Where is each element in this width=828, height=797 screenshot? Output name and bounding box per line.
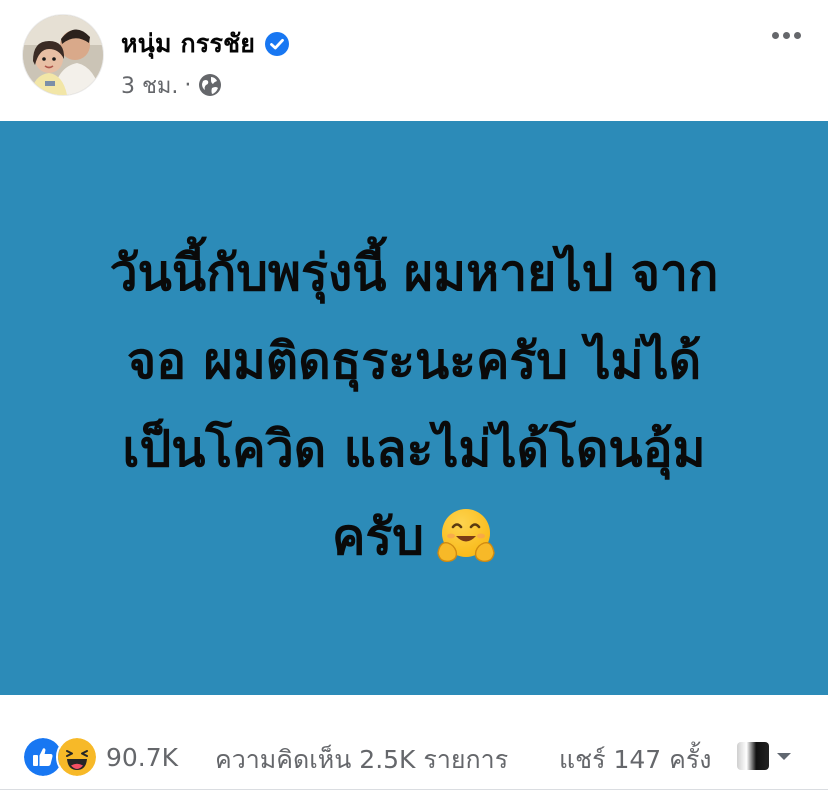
- reaction-count: 90.7K: [106, 742, 179, 772]
- more-dot-icon: [782, 31, 790, 39]
- more-dot-icon: [793, 31, 801, 39]
- post-card: หนุ่ม กรรชัย 3 ชม. · วันนี้กับพรุ่งนี้ ผ…: [0, 0, 828, 797]
- author-avatar[interactable]: [23, 15, 103, 95]
- status-line-text: ครับ: [331, 508, 425, 566]
- post-header: หนุ่ม กรรชัย 3 ชม. ·: [0, 0, 828, 120]
- status-line: จอ ผมติดธุระนะครับ ไม่ได้: [126, 332, 702, 390]
- verified-badge-icon: [265, 32, 290, 56]
- shares-count-link[interactable]: แชร์ 147 ครั้ง: [559, 740, 711, 780]
- profile-photo-icon: [23, 15, 103, 95]
- page-avatar: [737, 742, 769, 770]
- status-text: วันนี้กับพรุ่งนี้ ผมหายไป จาก จอ ผมติดธุ…: [64, 229, 764, 581]
- meta-separator: ·: [184, 72, 192, 98]
- hugging-face-icon: [437, 508, 495, 562]
- status-background-card[interactable]: วันนี้กับพรุ่งนี้ ผมหายไป จาก จอ ผมติดธุ…: [0, 121, 828, 695]
- status-line-last: ครับ: [64, 493, 764, 581]
- post-meta: 3 ชม. ·: [121, 68, 223, 102]
- post-stats-bar: 90.7K ความคิดเห็น 2.5K รายการ แชร์ 147 ค…: [0, 730, 828, 780]
- status-line: วันนี้กับพรุ่งนี้ ผมหายไป จาก: [109, 244, 719, 302]
- globe-icon[interactable]: [197, 72, 223, 98]
- post-timestamp[interactable]: 3 ชม.: [121, 68, 178, 103]
- reactions-summary[interactable]: 90.7K: [22, 736, 178, 778]
- more-dot-icon: [771, 31, 779, 39]
- comments-count-link[interactable]: ความคิดเห็น 2.5K รายการ: [215, 740, 508, 780]
- author-name[interactable]: หนุ่ม กรรชัย: [121, 24, 255, 64]
- react-as-selector[interactable]: [737, 742, 795, 770]
- author-name-row: หนุ่ม กรรชัย: [121, 24, 291, 64]
- footer-divider: [0, 789, 828, 790]
- chevron-down-icon: [777, 753, 791, 760]
- haha-icon: [56, 736, 98, 778]
- more-options-button[interactable]: [766, 20, 806, 50]
- status-line: เป็นโควิด และไม่ได้โดนอุ้ม: [122, 420, 706, 478]
